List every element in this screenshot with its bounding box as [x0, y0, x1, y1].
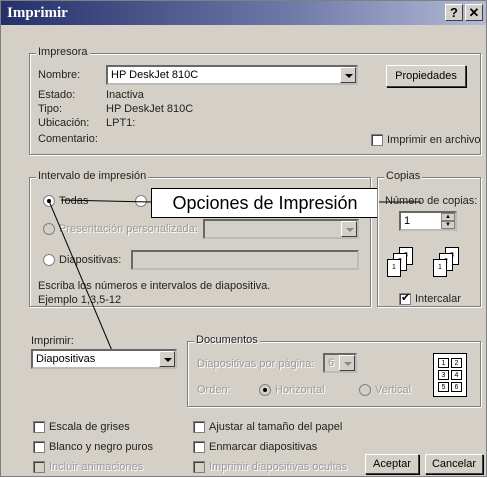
copies-count-label: Número de copias:	[385, 195, 478, 207]
per-page-select[interactable]: 6	[323, 353, 357, 373]
include-animations-label: Incluir animaciones	[49, 461, 144, 473]
print-dialog: Imprimir ? ✕ Impresora Nombre: HP DeskJe…	[0, 0, 487, 477]
order-label: Orden:	[197, 384, 231, 396]
copies-count-value: 1	[404, 215, 411, 227]
cancel-button[interactable]: Cancelar	[425, 454, 483, 474]
print-hidden-label: Imprimir diapositivas ocultas	[209, 461, 348, 473]
order-horizontal-label: Horizontal	[275, 384, 325, 396]
ok-button[interactable]: Aceptar	[365, 454, 419, 474]
collate-pages-icon-2: 3 2 1	[433, 247, 473, 281]
spin-up-icon[interactable]: ▲	[441, 213, 455, 221]
handouts-legend: Documentos	[194, 334, 260, 346]
grayscale-checkbox[interactable]	[33, 421, 45, 433]
pure-bw-checkbox[interactable]	[33, 441, 45, 453]
annotation-callout: Opciones de Impresión	[151, 188, 379, 218]
print-what-label: Imprimir:	[31, 335, 74, 347]
grayscale-label: Escala de grises	[49, 421, 130, 433]
order-vertical-radio[interactable]	[359, 384, 371, 396]
chevron-down-icon	[159, 351, 175, 367]
spin-down-icon[interactable]: ▼	[441, 221, 455, 229]
handout-layout-preview-icon: 12 34 56	[433, 353, 467, 397]
order-horizontal-radio[interactable]	[259, 384, 271, 396]
frame-slides-label: Enmarcar diapositivas	[209, 441, 318, 453]
scale-to-fit-checkbox[interactable]	[193, 421, 205, 433]
print-what-value: Diapositivas	[36, 353, 96, 365]
print-what-select[interactable]: Diapositivas	[31, 349, 177, 369]
copies-legend: Copias	[384, 170, 423, 182]
pure-bw-label: Blanco y negro puros	[49, 441, 153, 453]
collate-checkbox[interactable]	[399, 291, 411, 305]
frame-slides-checkbox[interactable]	[193, 441, 205, 453]
collate-pages-icon: 3 2 1	[387, 247, 427, 281]
per-page-value: 6	[328, 357, 335, 369]
per-page-label: Diapositivas por página:	[197, 358, 315, 370]
include-animations-checkbox[interactable]	[33, 461, 45, 473]
chevron-down-icon	[339, 355, 355, 371]
order-vertical-label: Vertical	[375, 384, 412, 396]
print-hidden-checkbox[interactable]	[193, 461, 205, 473]
copies-count-spinner[interactable]: 1 ▲ ▼	[399, 211, 457, 231]
collate-label: Intercalar	[415, 293, 461, 305]
scale-to-fit-label: Ajustar al tamaño del papel	[209, 421, 343, 433]
